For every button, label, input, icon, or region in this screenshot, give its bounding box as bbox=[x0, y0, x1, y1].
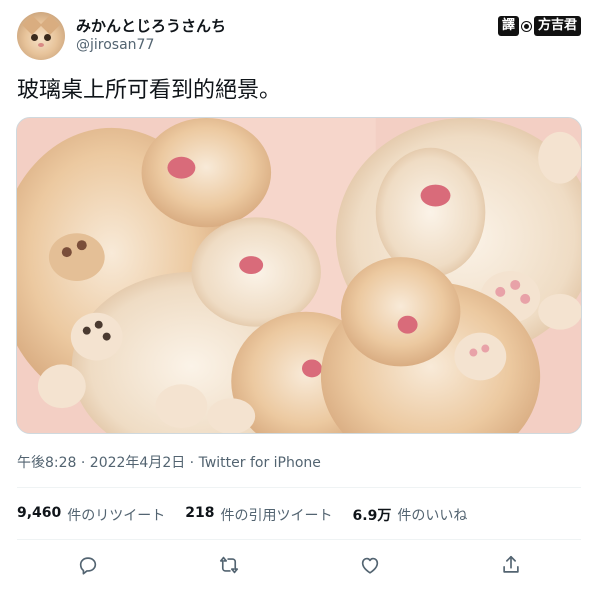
avatar-eye-left bbox=[31, 34, 38, 41]
share-icon bbox=[502, 555, 519, 573]
quote-count[interactable]: 218 件の引用ツイート bbox=[185, 505, 332, 525]
user-handle[interactable]: @jirosan77 bbox=[76, 37, 154, 53]
divider-top bbox=[17, 487, 581, 488]
action-bar bbox=[17, 550, 581, 580]
like-count-label: 件のいいね bbox=[397, 508, 468, 524]
watermark-dot-icon bbox=[521, 21, 531, 31]
display-name[interactable]: みかんとじろうさんち bbox=[76, 15, 226, 36]
like-count[interactable]: 6.9万 件のいいね bbox=[353, 505, 468, 525]
like-button[interactable] bbox=[353, 550, 387, 580]
avatar-ear-left bbox=[22, 15, 42, 35]
retweet-count-label: 件のリツイート bbox=[67, 508, 166, 524]
engagement-stats: 9,460 件のリツイート 218 件の引用ツイート 6.9万 件のいいね bbox=[17, 505, 487, 525]
watermark-part2: 方吉君 bbox=[533, 16, 581, 36]
avatar-nose bbox=[38, 43, 44, 47]
avatar[interactable] bbox=[17, 12, 65, 60]
share-button[interactable] bbox=[494, 550, 528, 580]
retweet-count-value: 9,460 bbox=[17, 505, 62, 521]
watermark: 譯 方吉君 bbox=[497, 15, 581, 37]
watermark-part1: 譯 bbox=[497, 16, 519, 36]
retweet-icon bbox=[219, 556, 238, 574]
cats-photo-illustration bbox=[17, 118, 581, 433]
quote-count-label: 件の引用ツイート bbox=[220, 508, 333, 524]
avatar-eye-right bbox=[44, 34, 51, 41]
avatar-ear-right bbox=[40, 15, 60, 35]
retweet-button[interactable] bbox=[212, 550, 246, 580]
like-icon bbox=[361, 557, 378, 574]
tweet-text: 玻璃桌上所可看到的絕景。 bbox=[17, 78, 282, 103]
reply-button[interactable] bbox=[71, 550, 105, 580]
quote-count-value: 218 bbox=[185, 505, 215, 521]
tweet-photo[interactable] bbox=[16, 117, 582, 434]
reply-icon bbox=[79, 557, 96, 575]
divider-bottom bbox=[17, 539, 581, 540]
like-count-value: 6.9万 bbox=[352, 508, 392, 524]
tweet-timestamp[interactable]: 午後8:28 · 2022年4月2日 · Twitter for iPhone bbox=[17, 452, 321, 472]
retweet-count[interactable]: 9,460 件のリツイート bbox=[17, 505, 165, 525]
